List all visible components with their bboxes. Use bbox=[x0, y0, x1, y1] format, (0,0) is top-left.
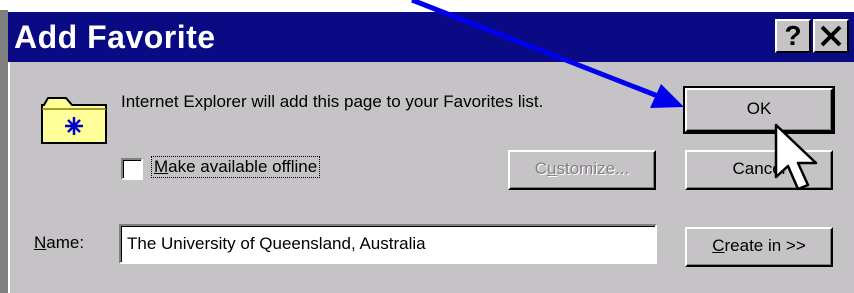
info-message: Internet Explorer will add this page to … bbox=[121, 92, 544, 111]
createin-mnemonic: C bbox=[712, 236, 725, 255]
name-label: Name: bbox=[34, 233, 84, 253]
background-window-edge bbox=[0, 10, 8, 293]
make-available-offline-label[interactable]: Make available offline bbox=[150, 156, 321, 178]
customize-text-pre: C bbox=[534, 159, 548, 178]
close-button[interactable] bbox=[813, 19, 849, 53]
make-available-offline-checkbox[interactable] bbox=[121, 158, 143, 180]
customize-text-post: stomize... bbox=[556, 159, 630, 178]
mouse-pointer-icon bbox=[774, 123, 818, 191]
create-in-button[interactable]: Create in >> bbox=[685, 227, 833, 267]
offline-label-text: ake available offline bbox=[168, 157, 318, 176]
name-label-text: ame: bbox=[46, 233, 85, 252]
dialog-title: Add Favorite bbox=[14, 19, 216, 55]
name-input[interactable] bbox=[119, 224, 657, 264]
mnemonic-m: M bbox=[154, 157, 169, 176]
mnemonic-n: N bbox=[34, 233, 47, 252]
createin-text: reate in >> bbox=[724, 236, 806, 255]
close-icon bbox=[820, 25, 842, 47]
help-button[interactable]: ? bbox=[775, 19, 811, 53]
customize-button: Customize... bbox=[508, 150, 656, 190]
folder-star-icon bbox=[41, 97, 107, 144]
customize-mnemonic: u bbox=[547, 159, 557, 178]
